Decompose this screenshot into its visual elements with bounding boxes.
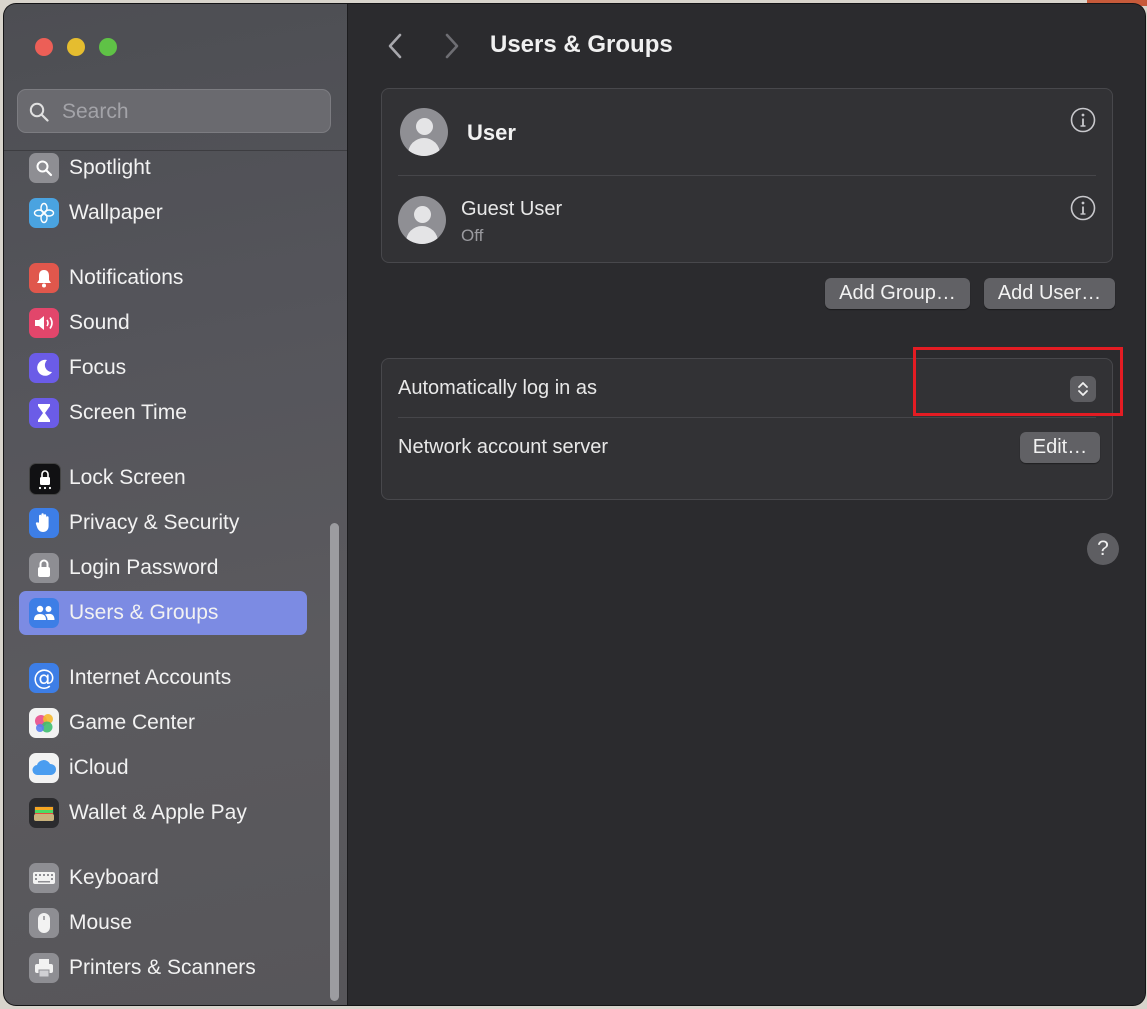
sidebar-scrollbar[interactable] xyxy=(330,523,339,1001)
sidebar-item-login-password[interactable]: Login Password xyxy=(19,546,307,590)
back-arrow-icon[interactable] xyxy=(384,31,406,61)
info-icon[interactable] xyxy=(1070,107,1096,133)
forward-arrow-icon[interactable] xyxy=(441,31,463,61)
sidebar-item-label: Login Password xyxy=(69,556,219,579)
sidebar-item-mouse[interactable]: Mouse xyxy=(19,901,307,945)
sidebar-item-label: Lock Screen xyxy=(69,466,186,489)
sidebar-item-label: Screen Time xyxy=(69,401,187,424)
sidebar-item-notifications[interactable]: Notifications xyxy=(19,256,307,300)
sidebar-item-privacy-security[interactable]: Privacy & Security xyxy=(19,501,307,545)
flower-icon xyxy=(29,198,59,228)
close-window-button[interactable] xyxy=(35,38,53,56)
sidebar-item-label: Sound xyxy=(69,311,130,334)
at-icon: @ xyxy=(29,663,59,693)
page-title: Users & Groups xyxy=(490,31,673,58)
sidebar-item-focus[interactable]: Focus xyxy=(19,346,307,390)
info-icon[interactable] xyxy=(1070,195,1096,221)
sidebar-item-screen-time[interactable]: Screen Time xyxy=(19,391,307,435)
cloud-icon xyxy=(29,753,59,783)
auto-login-label: Automatically log in as xyxy=(398,377,597,399)
sidebar-item-label: Wallet & Apple Pay xyxy=(69,801,247,824)
minimize-window-button[interactable] xyxy=(67,38,85,56)
keyboard-icon xyxy=(29,863,59,893)
avatar xyxy=(400,108,448,156)
sidebar-item-label: Notifications xyxy=(69,266,184,289)
sidebar: Spotlight Wallpaper Notificat xyxy=(4,4,348,1005)
guest-user-status: Off xyxy=(461,226,484,245)
hand-icon xyxy=(29,508,59,538)
sidebar-item-label: Privacy & Security xyxy=(69,511,240,534)
sidebar-item-label: Wallpaper xyxy=(69,201,163,224)
search-icon xyxy=(29,102,49,122)
help-button[interactable]: ? xyxy=(1087,533,1119,565)
sidebar-item-lock-screen[interactable]: Lock Screen xyxy=(19,456,307,500)
sidebar-item-label: Keyboard xyxy=(69,866,159,889)
printer-icon xyxy=(29,953,59,983)
guest-user-row[interactable]: Guest User Off xyxy=(382,176,1112,263)
sidebar-item-keyboard[interactable]: Keyboard xyxy=(19,856,307,900)
sidebar-item-label: iCloud xyxy=(69,756,129,779)
bell-icon xyxy=(29,263,59,293)
sidebar-item-icloud[interactable]: iCloud xyxy=(19,746,307,790)
lock-screen-icon xyxy=(29,463,61,495)
hourglass-icon xyxy=(29,398,59,428)
system-settings-window: Spotlight Wallpaper Notificat xyxy=(4,4,1145,1005)
sidebar-item-users-groups[interactable]: Users & Groups xyxy=(19,591,307,635)
game-center-icon xyxy=(29,708,59,738)
users-icon xyxy=(29,598,59,628)
search-input[interactable] xyxy=(60,96,324,128)
sidebar-item-sound[interactable]: Sound xyxy=(19,301,307,345)
padlock-icon xyxy=(29,553,59,583)
sidebar-item-wallet-apple-pay[interactable]: Wallet & Apple Pay xyxy=(19,791,307,835)
sidebar-item-printers-scanners[interactable]: Printers & Scanners xyxy=(19,946,307,990)
sidebar-item-game-center[interactable]: Game Center xyxy=(19,701,307,745)
annotation-highlight-box xyxy=(913,347,1123,416)
magnifier-icon xyxy=(29,153,59,183)
search-field[interactable] xyxy=(17,89,331,133)
moon-icon xyxy=(29,353,59,383)
sidebar-item-internet-accounts[interactable]: @ Internet Accounts xyxy=(19,656,307,700)
zoom-window-button[interactable] xyxy=(99,38,117,56)
guest-user-name: Guest User xyxy=(461,198,563,220)
add-group-button[interactable]: Add Group… xyxy=(825,278,970,309)
current-user-row[interactable]: User xyxy=(382,89,1112,175)
users-list-card: User Guest User Off xyxy=(381,88,1113,263)
wallet-icon xyxy=(29,798,59,828)
speaker-icon xyxy=(29,308,59,338)
mouse-icon xyxy=(29,908,59,938)
network-server-row: Network account server Edit… xyxy=(382,418,1112,478)
sidebar-item-label: Mouse xyxy=(69,911,133,934)
sidebar-item-label: Users & Groups xyxy=(69,601,219,624)
sidebar-item-label: Internet Accounts xyxy=(69,666,232,689)
avatar xyxy=(398,196,446,244)
sidebar-item-label: Focus xyxy=(69,356,127,379)
network-server-label: Network account server xyxy=(398,436,609,458)
sidebar-item-wallpaper[interactable]: Wallpaper xyxy=(19,191,307,235)
current-user-name: User xyxy=(467,120,516,145)
add-user-button[interactable]: Add User… xyxy=(984,278,1115,309)
main-content: Users & Groups User Guest User Off Add G… xyxy=(348,4,1145,1005)
sidebar-item-spotlight[interactable]: Spotlight xyxy=(19,146,307,190)
edit-network-server-button[interactable]: Edit… xyxy=(1020,432,1100,463)
sidebar-item-label: Spotlight xyxy=(69,156,151,179)
sidebar-item-label: Game Center xyxy=(69,711,196,734)
sidebar-item-label: Printers & Scanners xyxy=(69,956,256,979)
